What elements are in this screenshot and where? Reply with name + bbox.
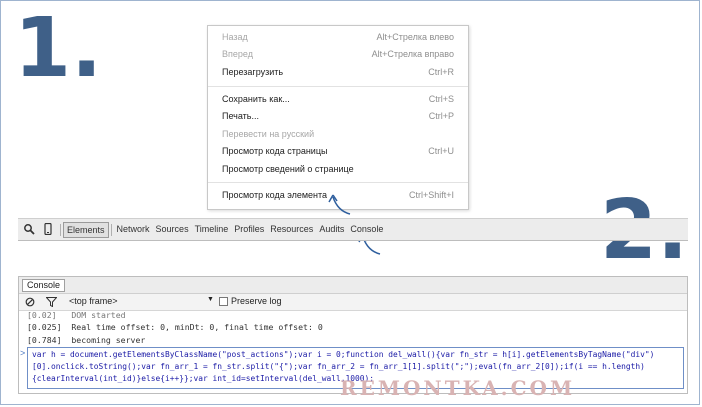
menu-item-translate[interactable]: Перевести на русский <box>222 126 454 142</box>
search-icon[interactable] <box>23 223 35 235</box>
dropdown-arrow-icon[interactable]: ▼ <box>207 296 214 303</box>
devtools-tabs: Elements Network Sources Timeline Profil… <box>58 219 386 240</box>
tab-profiles[interactable]: Profiles <box>231 219 267 240</box>
menu-separator <box>208 86 468 87</box>
tab-elements[interactable]: Elements <box>63 221 109 238</box>
console-input-line: var h = document.getElementsByClassName(… <box>32 350 655 359</box>
frame-select[interactable]: <top frame> <box>69 296 118 306</box>
console-toolbar: <top frame> ▼ Preserve log <box>19 294 687 311</box>
console-prompt: > <box>20 348 26 358</box>
menu-separator <box>208 182 468 183</box>
tab-network[interactable]: Network <box>114 219 153 240</box>
console-log-line: [0.784] becoming server <box>27 335 146 345</box>
clear-console-icon[interactable] <box>25 297 35 307</box>
tab-sources[interactable]: Sources <box>153 219 192 240</box>
tab-console[interactable]: Console <box>347 219 386 240</box>
preserve-log-label: Preserve log <box>231 296 282 306</box>
console-log-line: [0.025] Real time offset: 0, minDt: 0, f… <box>27 322 323 332</box>
step-number-1: 1. <box>14 1 103 96</box>
console-input-line: [0].onclick.toString();var fn_arr_1 = fn… <box>32 362 645 371</box>
menu-item-reload[interactable]: Перезагрузить Ctrl+R <box>222 64 454 80</box>
tab-audits[interactable]: Audits <box>316 219 347 240</box>
filter-icon[interactable] <box>46 297 57 307</box>
menu-item-back[interactable]: Назад Alt+Стрелка влево <box>222 29 454 45</box>
device-mode-icon[interactable] <box>42 223 54 235</box>
menu-item-save-as[interactable]: Сохранить как... Ctrl+S <box>222 91 454 107</box>
console-log-line: [0.02] DOM started <box>27 310 126 320</box>
menu-item-forward[interactable]: Вперед Alt+Стрелка вправо <box>222 46 454 62</box>
watermark: REMONTKA.COM <box>340 376 576 400</box>
tab-timeline[interactable]: Timeline <box>192 219 232 240</box>
menu-item-view-source[interactable]: Просмотр кода страницы Ctrl+U <box>222 143 454 159</box>
menu-item-print[interactable]: Печать... Ctrl+P <box>222 108 454 124</box>
tab-resources[interactable]: Resources <box>267 219 316 240</box>
menu-item-page-info[interactable]: Просмотр сведений о странице <box>222 161 454 177</box>
context-menu: Назад Alt+Стрелка влево Вперед Alt+Стрелка… <box>207 25 469 210</box>
preserve-log-checkbox[interactable] <box>219 297 228 306</box>
tab-console-drawer[interactable]: Console <box>22 279 66 292</box>
toolbar-divider <box>110 223 112 236</box>
pointer-arrow-icon <box>328 194 351 215</box>
console-input-line: {clearInterval(int_id)}else{i++}};var in… <box>32 374 375 383</box>
devtools-toolbar: Elements Network Sources Timeline Profil… <box>18 218 688 241</box>
console-tabbar: Console <box>19 277 687 294</box>
toolbar-divider <box>60 223 61 236</box>
